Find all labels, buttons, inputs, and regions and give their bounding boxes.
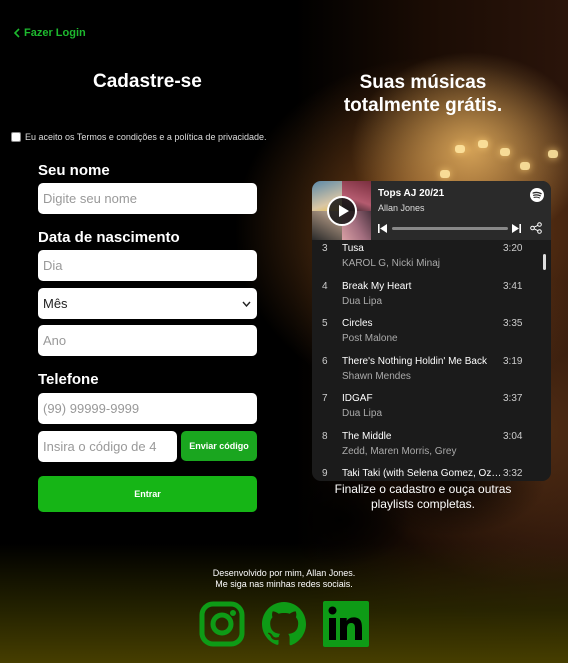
next-icon[interactable] bbox=[512, 224, 521, 233]
send-code-button[interactable]: Enviar código bbox=[181, 431, 257, 461]
submit-button[interactable]: Entrar bbox=[38, 476, 257, 512]
track-number: 7 bbox=[322, 393, 328, 404]
track-row[interactable]: 9 Taki Taki (with Selena Gomez, Ozuna & … bbox=[312, 465, 542, 481]
form-title: Cadastre-se bbox=[93, 71, 202, 92]
track-name: Break My Heart bbox=[342, 280, 412, 292]
track-row[interactable]: 7 IDGAF Dua Lipa 3:37 bbox=[312, 390, 542, 427]
track-number: 8 bbox=[322, 430, 328, 442]
track-duration: 3:19 bbox=[503, 355, 523, 367]
terms-checkbox[interactable] bbox=[11, 132, 21, 142]
play-button[interactable] bbox=[327, 196, 357, 226]
chevron-down-icon bbox=[242, 301, 251, 307]
instagram-icon[interactable] bbox=[199, 601, 245, 647]
track-name: IDGAF bbox=[342, 393, 373, 404]
track-artist: Dua Lipa bbox=[342, 295, 383, 307]
terms-checkbox-row[interactable]: Eu aceito os Termos e condições e a polí… bbox=[11, 132, 266, 142]
playlist-cover bbox=[312, 181, 371, 240]
share-icon[interactable] bbox=[530, 222, 542, 234]
track-artist: Dua Lipa bbox=[342, 408, 383, 419]
footer-text: Desenvolvido por mim, Allan Jones. Me si… bbox=[184, 568, 384, 590]
track-name: Taki Taki (with Selena Gomez, Ozuna & Ca… bbox=[342, 468, 502, 479]
track-name: There's Nothing Holdin' Me Back bbox=[342, 355, 487, 367]
playlist-owner: Allan Jones bbox=[378, 203, 425, 213]
day-input[interactable]: Dia bbox=[38, 250, 257, 281]
phone-input[interactable]: (99) 99999-9999 bbox=[38, 393, 257, 424]
track-name: The Middle bbox=[342, 430, 392, 442]
name-input[interactable]: Digite seu nome bbox=[38, 183, 257, 214]
linkedin-icon[interactable] bbox=[323, 601, 369, 647]
player-header: Tops AJ 20/21 Allan Jones bbox=[312, 181, 551, 240]
track-duration: 3:04 bbox=[503, 430, 523, 442]
track-row[interactable]: 8 The Middle Zedd, Maren Morris, Grey 3:… bbox=[312, 428, 542, 465]
track-number: 9 bbox=[322, 468, 328, 479]
track-number: 6 bbox=[322, 355, 328, 367]
birth-label: Data de nascimento bbox=[38, 229, 180, 246]
github-icon[interactable] bbox=[261, 601, 307, 647]
track-duration: 3:35 bbox=[503, 318, 523, 329]
track-list[interactable]: 3 Tusa KAROL G, Nicki Minaj 3:20 4 Break… bbox=[312, 240, 551, 481]
track-number: 4 bbox=[322, 280, 328, 292]
track-duration: 3:32 bbox=[503, 468, 523, 479]
progress-bar[interactable] bbox=[392, 227, 508, 230]
track-name: Tusa bbox=[342, 243, 364, 254]
track-row[interactable]: 5 Circles Post Malone 3:35 bbox=[312, 315, 542, 352]
track-number: 5 bbox=[322, 318, 328, 329]
track-row[interactable]: 3 Tusa KAROL G, Nicki Minaj 3:20 bbox=[312, 240, 542, 277]
name-label: Seu nome bbox=[38, 162, 110, 179]
track-artist: Zedd, Maren Morris, Grey bbox=[342, 445, 457, 457]
track-name: Circles bbox=[342, 318, 373, 329]
promo-title-line1: Suas músicas bbox=[359, 72, 487, 93]
login-link[interactable]: Fazer Login bbox=[13, 27, 86, 39]
track-row[interactable]: 4 Break My Heart Dua Lipa 3:41 bbox=[312, 278, 542, 315]
month-select[interactable]: Mês bbox=[38, 288, 257, 319]
phone-label: Telefone bbox=[38, 371, 99, 388]
month-select-value: Mês bbox=[43, 296, 68, 311]
footer-line2: Me siga nas minhas redes sociais. bbox=[215, 579, 353, 589]
footer-line1: Desenvolvido por mim, Allan Jones. bbox=[212, 568, 356, 578]
track-duration: 3:37 bbox=[503, 393, 523, 404]
year-input[interactable]: Ano bbox=[38, 325, 257, 356]
track-duration: 3:20 bbox=[503, 243, 523, 254]
finalize-line2: playlists completas. bbox=[370, 497, 476, 511]
chevron-left-icon bbox=[13, 28, 20, 38]
promo-title: Suas músicas totalmente grátis. bbox=[318, 71, 528, 117]
code-input[interactable]: Insira o código de 4 bbox=[38, 431, 177, 462]
finalize-message: Finalize o cadastro e ouça outras playli… bbox=[318, 482, 528, 512]
track-artist: KAROL G, Nicki Minaj bbox=[342, 258, 440, 269]
track-number: 3 bbox=[322, 243, 328, 254]
spotify-player: Tops AJ 20/21 Allan Jones 3 Tusa KAROL G… bbox=[312, 181, 551, 481]
promo-title-line2: totalmente grátis. bbox=[343, 95, 503, 116]
finalize-line1: Finalize o cadastro e ouça outras bbox=[334, 482, 512, 496]
track-artist: Shawn Mendes bbox=[342, 370, 411, 382]
track-duration: 3:41 bbox=[503, 280, 523, 292]
login-link-label: Fazer Login bbox=[24, 27, 86, 39]
track-row[interactable]: 6 There's Nothing Holdin' Me Back Shawn … bbox=[312, 353, 542, 390]
previous-icon[interactable] bbox=[378, 224, 387, 233]
playlist-title: Tops AJ 20/21 bbox=[378, 188, 445, 199]
spotify-icon[interactable] bbox=[530, 188, 544, 202]
play-icon bbox=[338, 205, 349, 217]
track-artist: Post Malone bbox=[342, 333, 398, 344]
track-list-scrollbar[interactable] bbox=[543, 254, 546, 270]
terms-label: Eu aceito os Termos e condições e a polí… bbox=[25, 132, 267, 142]
